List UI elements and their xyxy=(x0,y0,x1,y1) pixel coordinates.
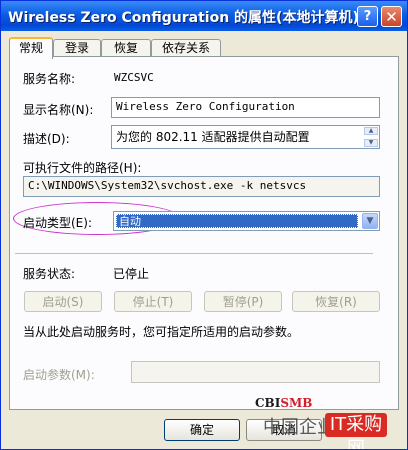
display-name-field[interactable]: Wireless Zero Configuration xyxy=(111,97,380,118)
service-name-value: WZCSVC xyxy=(114,71,154,84)
startup-type-value: 自动 xyxy=(116,214,358,228)
chevron-down-icon[interactable]: ▼ xyxy=(362,213,378,229)
watermark-cbismb: CBISMB xyxy=(255,396,312,410)
resume-button[interactable]: 恢复(R) xyxy=(292,291,380,312)
pause-button[interactable]: 暂停(P) xyxy=(204,291,282,312)
title-bar[interactable]: Wireless Zero Configuration 的属性(本地计算机) ?… xyxy=(1,1,407,31)
watermark-site-right: IT采购网 xyxy=(325,413,387,449)
window-title: Wireless Zero Configuration 的属性(本地计算机) xyxy=(8,10,359,26)
start-params-hint: 当从此处启动服务时，您可指定所适用的启动参数。 xyxy=(23,325,300,339)
close-button[interactable]: ✕ xyxy=(381,6,402,27)
start-button[interactable]: 启动(S) xyxy=(24,291,102,312)
watermark-smb: SMB xyxy=(280,396,313,410)
help-button[interactable]: ? xyxy=(357,6,378,27)
service-status-label: 服务状态: xyxy=(23,267,76,281)
scroll-down-icon[interactable]: ▼ xyxy=(364,139,378,147)
exe-path-field: C:\WINDOWS\System32\svchost.exe -k netsv… xyxy=(23,176,380,197)
question-mark-icon: ? xyxy=(363,9,372,24)
description-field[interactable]: 为您的 802.11 适配器提供自动配置 ▲ ▼ xyxy=(111,125,380,149)
close-icon: ✕ xyxy=(385,7,398,26)
stop-button[interactable]: 停止(T) xyxy=(114,291,192,312)
properties-dialog: Wireless Zero Configuration 的属性(本地计算机) ?… xyxy=(0,0,408,450)
display-name-label: 显示名称(N): xyxy=(23,103,94,117)
tab-general[interactable]: 常规 xyxy=(9,37,53,59)
description-text: 为您的 802.11 适配器提供自动配置 xyxy=(116,130,310,144)
tab-logon[interactable]: 登录 xyxy=(53,39,101,57)
exe-path-label: 可执行文件的路径(H): xyxy=(23,161,142,175)
separator xyxy=(15,253,373,254)
startup-type-label: 启动类型(E): xyxy=(23,216,92,230)
scroll-up-icon[interactable]: ▲ xyxy=(364,127,378,135)
watermark-cbi: CBI xyxy=(255,396,281,410)
startup-type-select[interactable]: 自动 ▼ xyxy=(113,211,380,231)
ok-button[interactable]: 确定 xyxy=(164,419,240,441)
tab-dependencies[interactable]: 依存关系 xyxy=(151,39,221,57)
description-label: 描述(D): xyxy=(23,132,70,146)
service-name-label: 服务名称: xyxy=(23,72,76,86)
start-params-label: 启动参数(M): xyxy=(23,368,95,382)
service-status-value: 已停止 xyxy=(113,267,150,281)
start-params-field[interactable] xyxy=(131,361,380,383)
tab-recovery[interactable]: 恢复 xyxy=(101,39,151,57)
